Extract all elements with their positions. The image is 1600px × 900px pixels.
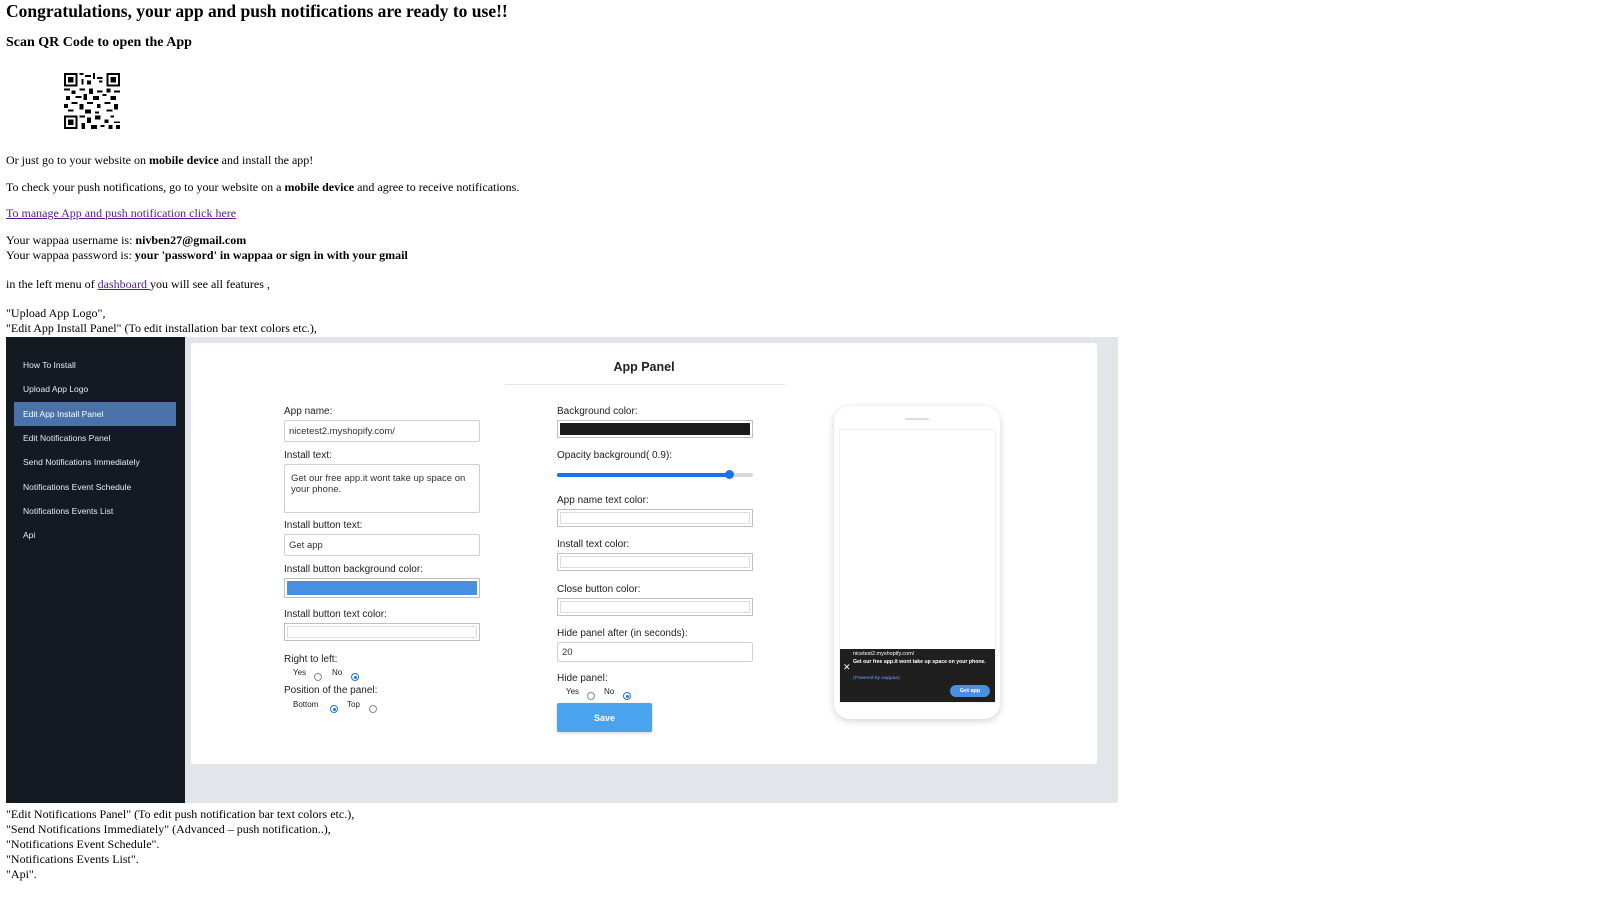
close-icon: ✕: [843, 662, 851, 672]
close-color-picker[interactable]: [557, 598, 753, 616]
sidebar-item-api[interactable]: Api: [14, 523, 176, 547]
feature-line: "Api".: [6, 867, 37, 881]
page-title: Congratulations, your app and push notif…: [6, 1, 508, 21]
slider-fill: [557, 473, 734, 477]
password-line: Your wappaa password is: your 'password'…: [6, 248, 408, 262]
banner-install-text: Get our free app.it wont take up space o…: [853, 659, 986, 665]
opacity-slider[interactable]: [557, 470, 753, 479]
rtl-yes-radio[interactable]: [314, 673, 322, 681]
feature-line: "Send Notifications Immediately" (Advanc…: [6, 822, 331, 836]
feature-line: "Notifications Event Schedule".: [6, 837, 160, 851]
push-line: To check your push notifications, go to …: [6, 180, 520, 194]
app-name-input[interactable]: nicetest2.myshopify.com/: [284, 420, 480, 442]
position-bottom-radio[interactable]: [330, 705, 338, 713]
install-text-label: Install text:: [284, 450, 332, 461]
install-button-text-label: Install button text:: [284, 520, 363, 531]
install-banner-preview: ✕ nicetest2.myshopify.com/ Get our free …: [840, 649, 995, 702]
app-panel-card: App Panel App name: nicetest2.myshopify.…: [191, 343, 1097, 764]
divider: [505, 384, 785, 385]
scan-heading: Scan QR Code to open the App: [6, 35, 192, 50]
color-swatch: [560, 556, 750, 568]
banner-powered-by: (Powered by wappaa): [853, 676, 900, 681]
install-button-text-color-label: Install button text color:: [284, 609, 387, 620]
app-name-color-label: App name text color:: [557, 495, 649, 506]
feature-line: "Upload App Logo",: [6, 306, 106, 320]
sidebar: How To Install Upload App Logo Edit App …: [6, 337, 185, 803]
opacity-label: Opacity background( 0.9):: [557, 450, 673, 461]
phone-speaker: [905, 418, 929, 420]
feature-line: "Notifications Events List".: [6, 852, 139, 866]
save-button[interactable]: Save: [557, 703, 652, 732]
install-button-text-input[interactable]: Get app: [284, 534, 480, 556]
install-text-color-label: Install text color:: [557, 539, 630, 550]
sidebar-item-how-to-install[interactable]: How To Install: [14, 353, 176, 377]
color-swatch: [287, 581, 477, 595]
mobile-line: Or just go to your website on mobile dev…: [6, 153, 314, 167]
position-top-label: Top: [347, 700, 360, 709]
position-bottom-label: Bottom: [293, 700, 319, 709]
hide-no-radio[interactable]: [623, 692, 631, 700]
install-text-color-picker[interactable]: [557, 553, 753, 571]
dashboard-link[interactable]: dashboard: [98, 277, 150, 291]
sidebar-item-events-list[interactable]: Notifications Events List: [14, 499, 176, 523]
username-line: Your wappaa username is: nivben27@gmail.…: [6, 233, 247, 247]
position-label: Position of the panel:: [284, 685, 378, 696]
sidebar-item-edit-app-install-panel[interactable]: Edit App Install Panel: [14, 402, 176, 426]
feature-line: "Edit Notifications Panel" (To edit push…: [6, 807, 355, 821]
rtl-no-label: No: [332, 668, 343, 677]
hide-panel-label: Hide panel:: [557, 673, 608, 684]
sidebar-item-event-schedule[interactable]: Notifications Event Schedule: [14, 475, 176, 499]
menu-line: in the left menu of dashboard you will s…: [6, 277, 270, 291]
banner-app-name: nicetest2.myshopify.com/: [853, 651, 915, 657]
sidebar-item-send-notifications[interactable]: Send Notifications Immediately: [14, 450, 176, 474]
install-button-bg-label: Install button background color:: [284, 564, 423, 575]
hide-after-input[interactable]: 20: [557, 642, 753, 662]
slider-thumb[interactable]: [725, 470, 734, 479]
rtl-label: Right to left:: [284, 654, 338, 665]
app-name-label: App name:: [284, 406, 333, 417]
manage-link[interactable]: To manage App and push notification clic…: [6, 206, 236, 220]
color-swatch: [560, 423, 750, 435]
install-button-text-color-picker[interactable]: [284, 623, 480, 641]
hide-no-label: No: [604, 687, 615, 696]
dashboard-screenshot: How To Install Upload App Logo Edit App …: [6, 337, 1118, 803]
sidebar-item-edit-notifications-panel[interactable]: Edit Notifications Panel: [14, 426, 176, 450]
banner-get-app-button: Get app: [950, 685, 990, 697]
install-text-textarea[interactable]: Get our free app.it wont take up space o…: [284, 464, 480, 513]
close-color-label: Close button color:: [557, 584, 641, 595]
app-name-color-picker[interactable]: [557, 509, 753, 527]
hide-yes-label: Yes: [566, 687, 580, 696]
phone-preview: ✕ nicetest2.myshopify.com/ Get our free …: [834, 406, 1000, 719]
bg-color-label: Background color:: [557, 406, 638, 417]
manage-line: To manage App and push notification clic…: [6, 206, 236, 221]
color-swatch: [560, 512, 750, 524]
rtl-no-radio[interactable]: [351, 673, 359, 681]
panel-title: App Panel: [613, 360, 675, 374]
rtl-yes-label: Yes: [293, 668, 307, 677]
position-top-radio[interactable]: [369, 705, 377, 713]
color-swatch: [287, 626, 477, 638]
qr-code: [64, 73, 120, 129]
sidebar-item-upload-app-logo[interactable]: Upload App Logo: [14, 377, 176, 401]
phone-screen: ✕ nicetest2.myshopify.com/ Get our free …: [839, 429, 996, 703]
hide-after-label: Hide panel after (in seconds):: [557, 628, 688, 639]
feature-line: "Edit App Install Panel" (To edit instal…: [6, 321, 317, 335]
hide-yes-radio[interactable]: [587, 692, 595, 700]
install-button-bg-color-picker[interactable]: [284, 578, 480, 598]
color-swatch: [560, 601, 750, 613]
bg-color-picker[interactable]: [557, 420, 753, 438]
